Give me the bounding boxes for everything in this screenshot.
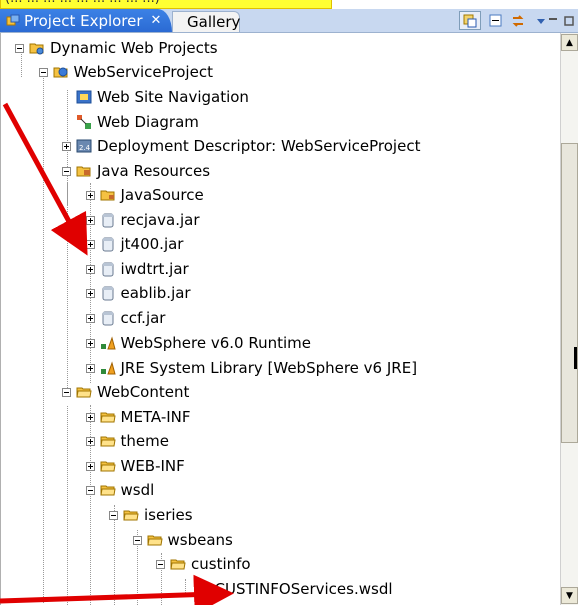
arrow-to-jt400 [2,102,88,256]
annotation-arrows [0,102,234,605]
arrow-to-wsdl [0,574,234,605]
